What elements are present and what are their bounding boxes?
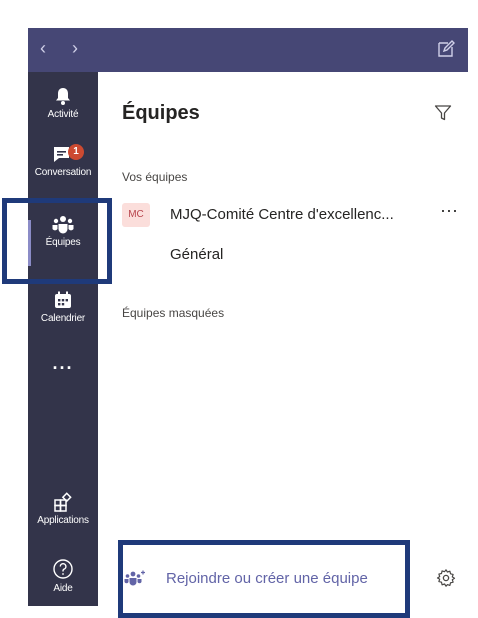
rail-item-label: Aide (53, 583, 73, 594)
teams-panel: Équipes Vos équipes MC MJQ-Comité Centre… (98, 72, 468, 606)
calendar-icon (55, 291, 71, 308)
title-bar: ‹ › (28, 28, 468, 72)
gear-icon[interactable] (436, 568, 456, 588)
window-top-margin (0, 0, 478, 28)
channel-item-general[interactable]: Général (170, 246, 223, 263)
notification-badge: 1 (68, 144, 84, 160)
rail-item-label: Équipes (45, 237, 81, 248)
join-create-team-label: Rejoindre ou créer une équipe (166, 570, 368, 587)
active-indicator (28, 220, 31, 266)
rail-item-label: Conversation (34, 167, 92, 178)
section-label-hidden-teams: Équipes masquées (122, 306, 225, 320)
rail-item-calendrier[interactable]: Calendrier (28, 290, 98, 324)
teams-add-icon (124, 570, 145, 586)
rail-item-conversation[interactable]: 1 Conversation (28, 144, 98, 178)
rail-item-label: Activité (47, 109, 79, 120)
help-icon (53, 559, 73, 579)
compose-icon[interactable] (436, 39, 456, 59)
more-options-icon[interactable]: ··· (440, 200, 458, 221)
page-title: Équipes (122, 102, 200, 124)
apps-icon (54, 492, 72, 512)
filter-icon[interactable] (434, 104, 452, 122)
more-icon: ··· (52, 358, 74, 378)
team-item[interactable]: MC MJQ-Comité Centre d'excellenc... ··· (118, 200, 458, 230)
rail-item-equipes[interactable]: Équipes (28, 214, 98, 266)
chevron-right-icon[interactable]: › (72, 38, 78, 58)
rail-item-activite[interactable]: Activité (28, 86, 98, 120)
app-rail: Activité 1 Conversation Équipes Calendri… (28, 72, 98, 606)
rail-item-aide[interactable]: Aide (28, 558, 98, 594)
teams-icon (52, 216, 74, 234)
team-name: MJQ-Comité Centre d'excellenc... (170, 206, 394, 223)
team-avatar: MC (122, 203, 150, 227)
chevron-left-icon[interactable]: ‹ (40, 38, 46, 58)
rail-item-label: Calendrier (40, 313, 86, 324)
rail-item-label: Applications (37, 515, 89, 526)
rail-item-more[interactable]: ··· (28, 358, 98, 379)
bell-icon (56, 88, 70, 105)
section-label-your-teams: Vos équipes (122, 170, 188, 184)
rail-item-applications[interactable]: Applications (28, 492, 98, 526)
